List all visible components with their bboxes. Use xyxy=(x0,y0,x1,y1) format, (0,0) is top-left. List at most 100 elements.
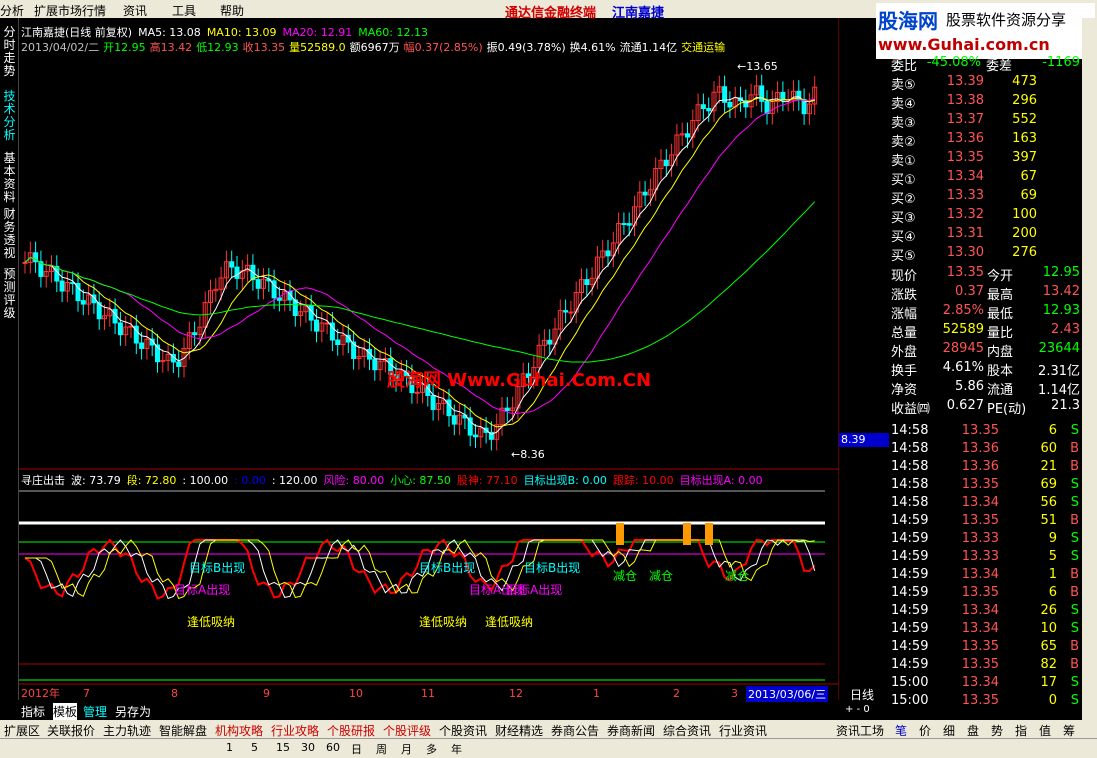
subtab-save-as[interactable]: 另存为 xyxy=(115,703,151,720)
menu-help[interactable]: 帮助 xyxy=(220,2,244,19)
tick-row-9-cell-3: B xyxy=(1070,585,1079,600)
candle-body xyxy=(663,159,669,167)
tick-row-2-cell-0: 14:58 xyxy=(891,459,929,474)
period-button-3[interactable]: 30 xyxy=(301,741,315,754)
period-button-5[interactable]: 日 xyxy=(351,741,362,757)
menu-analysis[interactable]: 分析 xyxy=(0,2,24,19)
bottom-tab-4[interactable]: 机构攻略 xyxy=(215,722,263,739)
bottom-tab-14[interactable]: 资讯工场 xyxy=(836,722,884,739)
tab-technical-analysis[interactable]: 技术分析 xyxy=(1,90,18,142)
period-button-1[interactable]: 5 xyxy=(251,741,258,754)
bottom-tab-13[interactable]: 行业资讯 xyxy=(719,722,767,739)
right-tab-7[interactable]: 筹 xyxy=(1063,722,1075,739)
right-tab-5[interactable]: 指 xyxy=(1015,722,1027,739)
bottom-tab-10[interactable]: 券商公告 xyxy=(551,722,599,739)
candle-body xyxy=(192,332,198,336)
candle-body xyxy=(80,300,86,305)
warning-bar-2 xyxy=(705,523,713,545)
bottom-tab-12[interactable]: 综合资讯 xyxy=(663,722,711,739)
menu-extended-market[interactable]: 扩展市场行情 xyxy=(34,2,106,19)
candle-body xyxy=(117,322,123,336)
menu-news[interactable]: 资讯 xyxy=(123,2,147,19)
subtab-manage[interactable]: 管理 xyxy=(83,703,107,720)
bottom-tab-6[interactable]: 个股研报 xyxy=(327,722,375,739)
period-button-2[interactable]: 15 xyxy=(276,741,290,754)
tick-row-14-cell-1: 13.34 xyxy=(961,675,999,690)
tick-row-4-cell-3: S xyxy=(1070,495,1079,510)
indicator-item-6: 风险: 80.00 xyxy=(323,474,385,487)
subtab-template[interactable]: 模板 xyxy=(53,703,78,720)
bottom-tab-0[interactable]: 扩展区 xyxy=(4,722,40,739)
stat-row-7-cell-3: 21.3 xyxy=(1051,398,1080,413)
period-button-4[interactable]: 60 xyxy=(326,741,340,754)
candle-body xyxy=(139,342,145,349)
tick-row-14: 15:00 13.34 17 S xyxy=(889,674,1082,693)
time-tick-1: 7 xyxy=(83,687,90,700)
candle-body xyxy=(414,391,420,394)
right-tab-1[interactable]: 价 xyxy=(919,722,931,739)
tick-row-13-cell-0: 14:59 xyxy=(891,657,929,672)
buy-level-4-cell-0: 买④ xyxy=(891,230,916,245)
watermark-text: 股海网 Www.Guhai.Com.CN xyxy=(387,370,652,391)
right-tab-4[interactable]: 势 xyxy=(991,722,1003,739)
chart-canvas[interactable]: 13.5013.0012.5012.0011.5011.0010.5010.00… xyxy=(19,18,839,700)
stat-row-1-cell-1: 0.37 xyxy=(955,284,984,299)
tick-row-0-cell-0: 14:58 xyxy=(891,423,929,438)
tick-row-9: 14:59 13.35 6 B xyxy=(889,584,1082,603)
tick-row-11-cell-2: 10 xyxy=(1040,621,1057,636)
tick-row-9-cell-1: 13.35 xyxy=(961,585,999,600)
logo-slogan: 股票软件资源分享 xyxy=(946,11,1067,29)
chart-area[interactable]: 13.5013.0012.5012.0011.5011.0010.5010.00… xyxy=(19,18,889,702)
tick-row-10-cell-0: 14:59 xyxy=(891,603,929,618)
tick-row-15-cell-3: S xyxy=(1070,693,1079,708)
bottom-tab-11[interactable]: 券商新闻 xyxy=(607,722,655,739)
tab-time-sharing[interactable]: 分时走势 xyxy=(1,26,18,78)
signal-label-3: 目标B出现 xyxy=(419,561,475,575)
stat-row-7-cell-1: 0.627 xyxy=(946,398,984,413)
ma-item-1: MA5: 13.08 xyxy=(138,26,201,39)
candle-body xyxy=(563,310,569,313)
tick-row-3: 14:58 13.35 69 S xyxy=(889,476,1082,495)
zoom-controls[interactable]: + - 0 xyxy=(845,704,870,715)
tick-row-5: 14:59 13.35 51 B xyxy=(889,512,1082,531)
sell-level-4-cell-2: 296 xyxy=(1012,93,1037,108)
vertical-scrollbar[interactable] xyxy=(1082,18,1097,738)
tick-row-2: 14:58 13.36 21 B xyxy=(889,458,1082,477)
period-button-0[interactable]: 1 xyxy=(226,741,233,754)
bottom-tab-9[interactable]: 财经精选 xyxy=(495,722,543,739)
bottom-tab-3[interactable]: 智能解盘 xyxy=(159,722,207,739)
candle-body xyxy=(234,266,240,279)
bottom-tab-2[interactable]: 主力轨迹 xyxy=(103,722,151,739)
stat-row-5-cell-1: 4.61% xyxy=(942,360,984,375)
tick-row-5-cell-2: 51 xyxy=(1040,513,1057,528)
period-button-9[interactable]: 年 xyxy=(451,741,462,757)
right-tab-3[interactable]: 盘 xyxy=(967,722,979,739)
tick-row-1-cell-1: 13.36 xyxy=(961,441,999,456)
stat-row-7: 收益㈣ 0.627 PE(动) 21.3 xyxy=(889,397,1082,417)
tick-row-11-cell-3: S xyxy=(1070,621,1079,636)
tab-basic-info[interactable]: 基本资料 xyxy=(1,152,18,204)
candle-body xyxy=(473,434,478,438)
menu-tools[interactable]: 工具 xyxy=(172,2,196,19)
tab-forecast-rating[interactable]: 预测评级 xyxy=(1,268,18,320)
right-tab-0[interactable]: 笔 xyxy=(895,722,907,739)
tab-financial[interactable]: 财务透视 xyxy=(1,208,18,260)
bottom-tab-1[interactable]: 关联报价 xyxy=(47,722,95,739)
period-button-7[interactable]: 月 xyxy=(401,741,412,757)
tick-row-12-cell-3: B xyxy=(1070,639,1079,654)
indicator-header: 寻庄出击 波: 73.79 段: 72.80: 100.00: 0.00: 120.… xyxy=(21,472,769,488)
stat-row-2-cell-2: 最低 xyxy=(987,307,1014,322)
bottom-tab-5[interactable]: 行业攻略 xyxy=(271,722,319,739)
bottom-tab-8[interactable]: 个股资讯 xyxy=(439,722,487,739)
tick-row-10-cell-2: 26 xyxy=(1040,603,1057,618)
tick-row-13-cell-1: 13.35 xyxy=(961,657,999,672)
right-tab-6[interactable]: 值 xyxy=(1039,722,1051,739)
buy-level-2-cell-0: 买② xyxy=(891,192,916,207)
period-button-8[interactable]: 多 xyxy=(426,741,437,757)
stat-row-3-cell-1: 52589 xyxy=(942,322,984,337)
right-tab-2[interactable]: 细 xyxy=(943,722,955,739)
period-button-6[interactable]: 周 xyxy=(376,741,387,757)
bottom-tab-7[interactable]: 个股评级 xyxy=(383,722,431,739)
signal-label-7: 目标B出现 xyxy=(524,561,580,575)
subtab-indicator[interactable]: 指标 xyxy=(21,703,45,720)
